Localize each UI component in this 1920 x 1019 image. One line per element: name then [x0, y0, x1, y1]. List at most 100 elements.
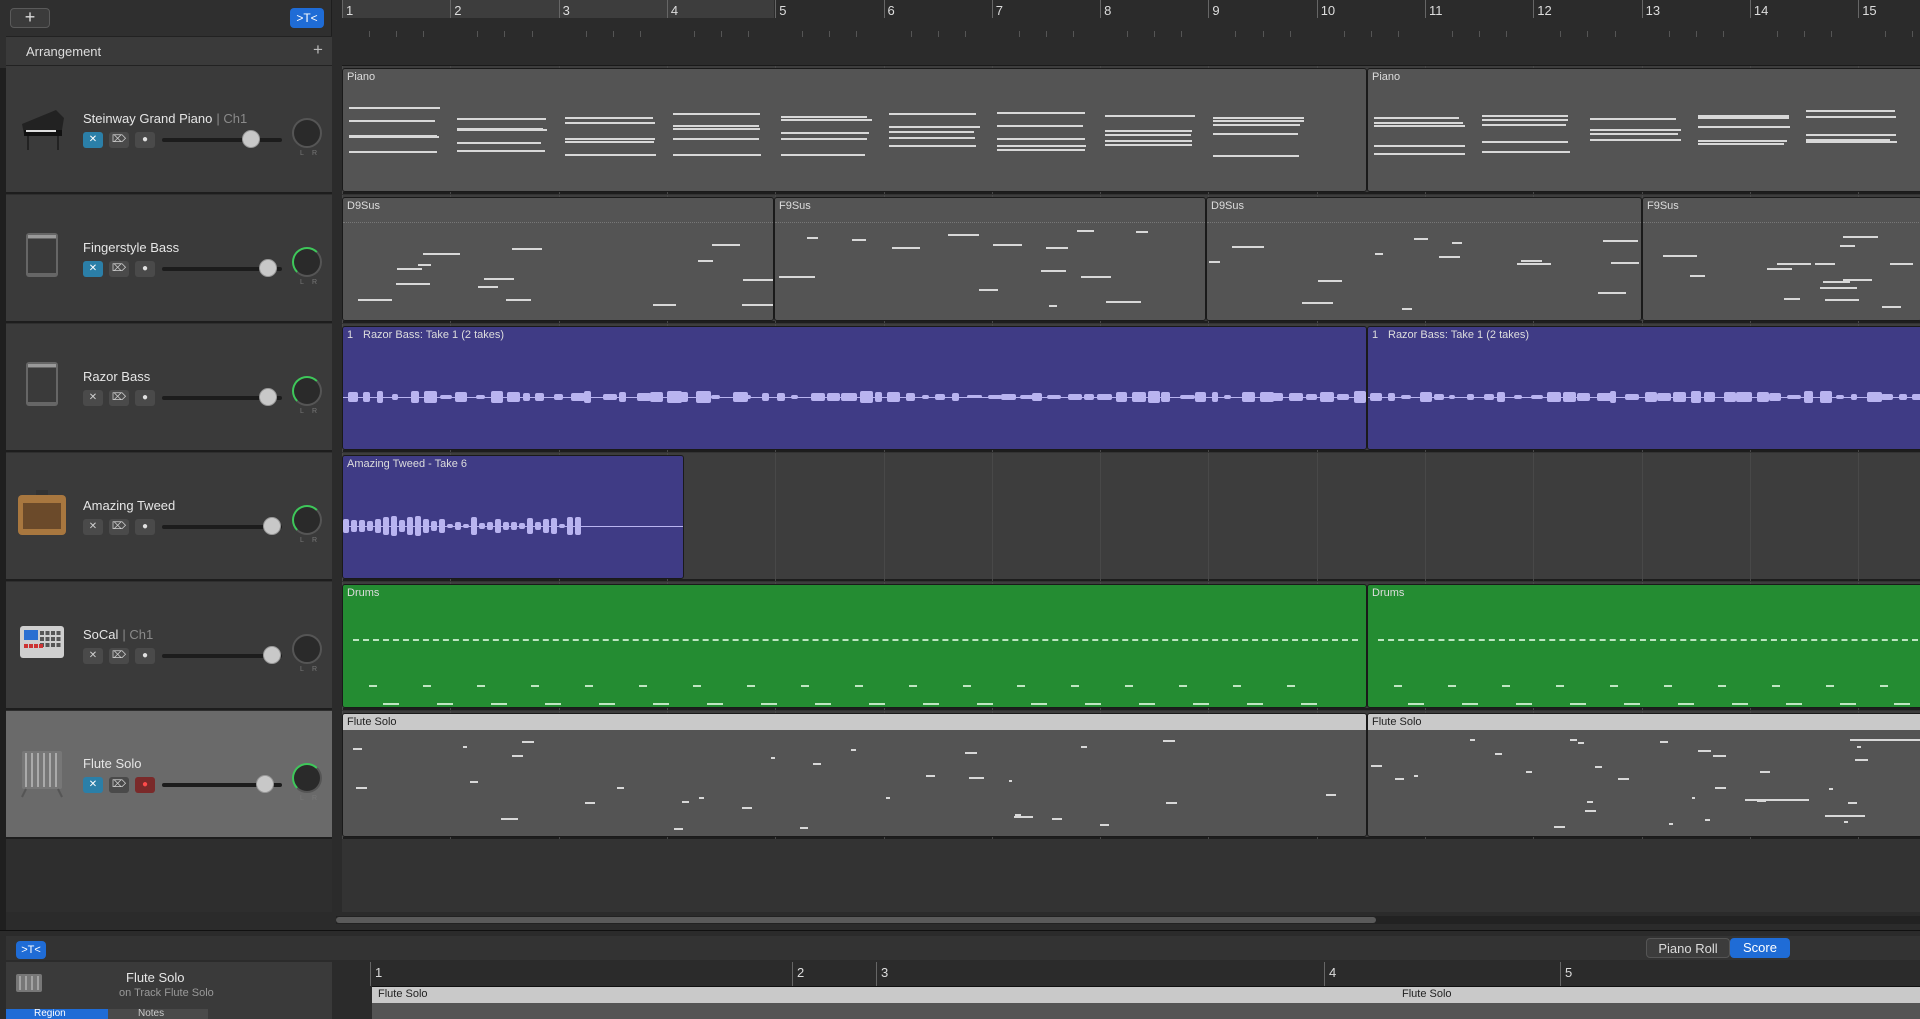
editor-catch-button[interactable]: >T< — [16, 941, 46, 959]
drum-hit — [707, 703, 723, 705]
ruler-beat-tick — [1587, 31, 1589, 37]
track-header[interactable]: Razor Bass ✕ ⌦ ● L R — [6, 324, 332, 452]
solo-button[interactable]: ⌦ — [109, 390, 129, 406]
track-lane[interactable]: Drums Drums — [342, 582, 1920, 710]
volume-slider[interactable] — [162, 388, 282, 406]
score-tab[interactable]: Score — [1730, 938, 1790, 958]
audio-region-amazing-tweed[interactable]: Amazing Tweed - Take 6 — [342, 455, 684, 579]
track-lane[interactable]: Flute Solo Flute Solo — [342, 711, 1920, 839]
audio-region-razor-bass[interactable]: 1 Razor Bass: Take 1 (2 takes) — [1367, 326, 1920, 450]
midi-note — [352, 748, 362, 751]
volume-slider[interactable] — [162, 775, 282, 793]
catch-playhead-button[interactable]: >T< — [290, 8, 324, 28]
horizontal-scrollbar[interactable] — [336, 916, 1920, 924]
solo-button[interactable]: ⌦ — [109, 261, 129, 277]
add-track-button[interactable]: + — [10, 8, 50, 28]
solo-button[interactable]: ⌦ — [109, 777, 129, 793]
bar-ruler[interactable]: 1 2 3 4 5 6 7 8 9 10 11 12 13 14 15 — [342, 0, 1920, 66]
record-button[interactable]: ● — [135, 519, 155, 535]
mute-button[interactable]: ✕ — [83, 519, 103, 535]
track-header[interactable]: Amazing Tweed ✕ ⌦ ● L R — [6, 453, 332, 581]
pan-knob[interactable]: LR — [292, 634, 322, 673]
volume-slider[interactable] — [162, 517, 282, 535]
midi-note — [1714, 787, 1727, 790]
pan-knob[interactable]: LR — [292, 118, 322, 157]
midi-region-bass[interactable]: F9Sus — [774, 197, 1206, 321]
drum-region[interactable]: Drums — [1367, 584, 1920, 708]
add-arrangement-marker-button[interactable]: + — [313, 40, 323, 60]
volume-knob[interactable] — [242, 130, 260, 148]
volume-knob[interactable] — [262, 517, 281, 535]
record-button[interactable]: ● — [135, 261, 155, 277]
track-lane[interactable]: 1 Razor Bass: Take 1 (2 takes) 1 Razor Bass… — [342, 324, 1920, 452]
track-name[interactable]: Fingerstyle Bass — [83, 240, 183, 255]
drum-hit — [1287, 685, 1295, 687]
track-lane[interactable]: Piano Piano — [342, 66, 1920, 194]
volume-knob[interactable] — [262, 646, 281, 664]
tab-region[interactable]: Region — [6, 1009, 108, 1019]
volume-slider[interactable] — [162, 130, 282, 148]
ruler-bar-tick — [1533, 0, 1535, 18]
record-button[interactable]: ● — [135, 777, 155, 793]
tracks-area[interactable]: Piano Piano D9Sus F9Sus D9Sus F9Sus 1 Razor Bas… — [342, 66, 1920, 912]
mute-button[interactable]: ✕ — [83, 648, 103, 664]
audio-region-razor-bass[interactable]: 1 Razor Bass: Take 1 (2 takes) — [342, 326, 1367, 450]
pan-knob[interactable]: LR — [292, 763, 322, 802]
mute-button[interactable]: ✕ — [83, 777, 103, 793]
volume-knob[interactable] — [256, 775, 275, 793]
volume-knob[interactable] — [258, 388, 277, 406]
track-lane[interactable]: D9Sus F9Sus D9Sus F9Sus — [342, 195, 1920, 323]
piano-roll-tab[interactable]: Piano Roll — [1646, 938, 1730, 958]
mute-button[interactable]: ✕ — [83, 390, 103, 406]
editor-region[interactable]: Flute Solo Flute Solo — [372, 986, 1920, 1019]
pan-knob[interactable]: LR — [292, 505, 322, 544]
midi-note — [742, 304, 773, 307]
ruler-beat-tick — [1154, 31, 1156, 37]
solo-button[interactable]: ⌦ — [109, 519, 129, 535]
arrangement-bar[interactable]: Arrangement + — [6, 36, 332, 66]
scrollbar-thumb[interactable] — [336, 917, 1376, 923]
tab-notes[interactable]: Notes — [108, 1009, 208, 1019]
track-header[interactable]: Flute Solo ✕ ⌦ ● L R — [6, 711, 332, 839]
midi-note — [1525, 771, 1532, 774]
track-name[interactable]: Steinway Grand Piano | Ch1 — [83, 111, 247, 126]
volume-knob[interactable] — [258, 259, 277, 277]
waveform-peak — [1835, 394, 1845, 400]
record-button[interactable]: ● — [135, 648, 155, 664]
midi-region-piano[interactable]: Piano — [342, 68, 1367, 192]
track-name[interactable]: Razor Bass — [83, 369, 154, 384]
midi-region-bass[interactable]: D9Sus — [342, 197, 774, 321]
waveform-peak — [1132, 391, 1147, 403]
track-name[interactable]: Flute Solo — [83, 756, 146, 771]
ruler-beat-tick — [531, 31, 533, 37]
mute-button[interactable]: ✕ — [83, 261, 103, 277]
drum-region[interactable]: Drums — [342, 584, 1367, 708]
track-name[interactable]: SoCal | Ch1 — [83, 627, 153, 642]
midi-note — [1776, 263, 1812, 266]
solo-button[interactable]: ⌦ — [109, 132, 129, 148]
ruler-bar-tick — [558, 0, 560, 18]
volume-slider[interactable] — [162, 259, 282, 277]
midi-region-bass[interactable]: F9Sus — [1642, 197, 1920, 321]
record-button[interactable]: ● — [135, 132, 155, 148]
track-header[interactable]: Steinway Grand Piano | Ch1 ✕ ⌦ ● L R — [6, 66, 332, 194]
midi-region-flute[interactable]: Flute Solo — [1367, 713, 1920, 837]
solo-button[interactable]: ⌦ — [109, 648, 129, 664]
track-lane[interactable]: Amazing Tweed - Take 6 — [342, 453, 1920, 581]
midi-note — [889, 144, 977, 147]
track-header[interactable]: SoCal | Ch1 ✕ ⌦ ● L R — [6, 582, 332, 710]
volume-slider[interactable] — [162, 646, 282, 664]
track-name[interactable]: Amazing Tweed — [83, 498, 179, 513]
waveform-peak — [424, 391, 438, 403]
track-header[interactable]: Fingerstyle Bass ✕ ⌦ ● L R — [6, 195, 332, 323]
midi-region-piano[interactable]: Piano — [1367, 68, 1920, 192]
editor-ruler[interactable]: 1 2 3 4 5 — [370, 962, 1920, 986]
midi-region-bass[interactable]: D9Sus — [1206, 197, 1642, 321]
midi-note — [771, 757, 775, 760]
midi-note — [1570, 739, 1578, 742]
pan-knob[interactable]: LR — [292, 247, 322, 286]
record-button[interactable]: ● — [135, 390, 155, 406]
mute-button[interactable]: ✕ — [83, 132, 103, 148]
pan-knob[interactable]: LR — [292, 376, 322, 415]
midi-region-flute[interactable]: Flute Solo — [342, 713, 1367, 837]
